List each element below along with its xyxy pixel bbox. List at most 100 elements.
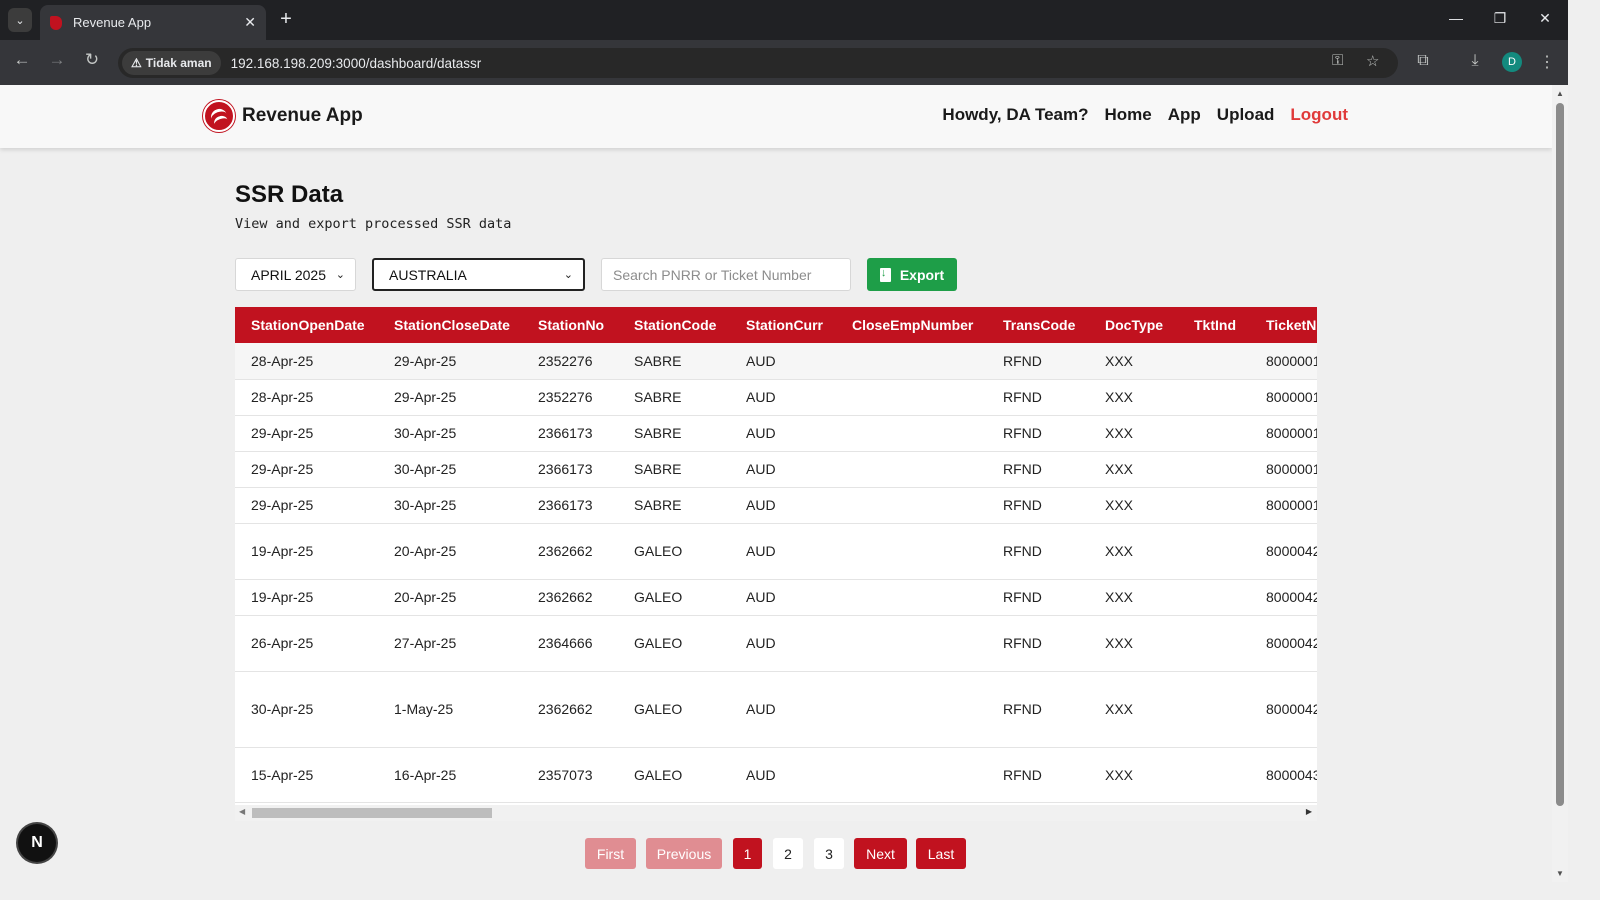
ssr-data-table[interactable]: StationOpenDate StationCloseDate Station… xyxy=(235,307,1317,805)
table-cell: AUD xyxy=(730,747,836,803)
browser-menu-icon[interactable]: ⋮ xyxy=(1536,52,1558,72)
table-cell: GALEO xyxy=(618,615,730,672)
url-text[interactable]: 192.168.198.209:3000/dashboard/datassr xyxy=(231,56,482,71)
scrollbar-thumb[interactable] xyxy=(252,808,492,818)
nav-link-home[interactable]: Home xyxy=(1105,105,1152,125)
tab-close-icon[interactable]: ✕ xyxy=(244,14,256,31)
table-cell: SABRE xyxy=(618,451,730,488)
table-row[interactable]: 29-Apr-25 30-Apr-25 2366173 SABRE AUD RFND XXX… xyxy=(235,487,1317,524)
page-button-3[interactable]: 3 xyxy=(814,838,844,869)
browser-tab[interactable]: Revenue App ✕ xyxy=(40,5,266,40)
security-label: Tidak aman xyxy=(145,56,212,70)
nav-link-upload[interactable]: Upload xyxy=(1217,105,1275,125)
table-cell: 2352276 xyxy=(522,343,618,380)
export-button-label: Export xyxy=(899,266,945,283)
table-cell: XXX xyxy=(1089,451,1178,488)
table-cell: AUD xyxy=(730,579,836,616)
column-header: StationCurr xyxy=(730,307,836,343)
brand[interactable]: Revenue App xyxy=(203,100,363,132)
table-cell xyxy=(1178,451,1250,488)
new-tab-icon[interactable]: + xyxy=(276,8,296,31)
table-cell: 2366173 xyxy=(522,487,618,524)
table-cell xyxy=(1178,579,1250,616)
table-cell: 30-Apr-25 xyxy=(378,451,522,488)
last-page-button[interactable]: Last xyxy=(916,838,966,869)
table-row[interactable]: 19-Apr-25 20-Apr-25 2362662 GALEO AUD RFND XXX… xyxy=(235,523,1317,580)
password-key-icon[interactable]: ⚿ xyxy=(1332,52,1343,69)
table-cell: RFND xyxy=(987,415,1089,452)
previous-page-button[interactable]: Previous xyxy=(646,838,722,869)
table-cell: RFND xyxy=(987,343,1089,380)
table-cell: 29-Apr-25 xyxy=(235,415,378,452)
table-cell: SABRE xyxy=(618,379,730,416)
bird-logo-icon xyxy=(203,100,235,132)
table-row[interactable]: 28-Apr-25 29-Apr-25 2352276 SABRE AUD RFND XXX… xyxy=(235,343,1317,380)
country-select[interactable]: AUSTRALIA ⌄ xyxy=(372,258,585,291)
page-button-1[interactable]: 1 xyxy=(733,838,762,869)
table-row[interactable]: 26-Apr-25 27-Apr-25 2364666 GALEO AUD RFND XXX… xyxy=(235,615,1317,672)
column-header: StationNo xyxy=(522,307,618,343)
table-cell: AUD xyxy=(730,343,836,380)
table-row[interactable]: 15-Apr-25 16-Apr-25 2357073 GALEO AUD RFND XXX… xyxy=(235,747,1317,803)
table-row[interactable]: 29-Apr-25 30-Apr-25 2366173 SABRE AUD RFND XXX… xyxy=(235,415,1317,452)
table-cell: GALEO xyxy=(618,671,730,748)
restore-icon[interactable]: ❐ xyxy=(1490,10,1510,27)
reload-icon[interactable]: ↻ xyxy=(80,50,104,70)
nav-link-app[interactable]: App xyxy=(1168,105,1201,125)
table-cell xyxy=(836,451,987,488)
table-cell: RFND xyxy=(987,523,1089,580)
table-cell: 8000042 xyxy=(1250,523,1317,580)
table-row[interactable]: 29-Apr-25 30-Apr-25 2366173 SABRE AUD RFND XXX… xyxy=(235,451,1317,488)
table-cell: XXX xyxy=(1089,415,1178,452)
table-cell xyxy=(836,579,987,616)
table-cell xyxy=(1178,343,1250,380)
forward-icon[interactable]: → xyxy=(45,50,69,70)
profile-avatar[interactable]: D xyxy=(1502,52,1522,72)
scrollbar-thumb[interactable] xyxy=(1556,103,1564,806)
table-cell: 2364666 xyxy=(522,615,618,672)
chevron-down-icon: ⌄ xyxy=(563,269,573,281)
scroll-left-icon[interactable]: ◀ xyxy=(239,807,245,816)
column-header: StationCode xyxy=(618,307,730,343)
window-close-icon[interactable]: ✕ xyxy=(1535,10,1555,27)
table-cell: 29-Apr-25 xyxy=(378,343,522,380)
table-row[interactable]: 28-Apr-25 29-Apr-25 2352276 SABRE AUD RFND XXX… xyxy=(235,379,1317,416)
table-cell: RFND xyxy=(987,379,1089,416)
table-cell: RFND xyxy=(987,487,1089,524)
scroll-right-icon[interactable]: ▶ xyxy=(1306,807,1312,816)
table-cell xyxy=(1178,523,1250,580)
table-cell: 19-Apr-25 xyxy=(235,523,378,580)
table-cell: 30-Apr-25 xyxy=(235,671,378,748)
tab-search-dropdown-icon[interactable]: ⌄ xyxy=(8,8,32,32)
search-input[interactable] xyxy=(601,258,851,291)
extensions-icon[interactable]: ⧉ xyxy=(1412,52,1434,70)
table-cell: 2366173 xyxy=(522,451,618,488)
table-cell xyxy=(836,671,987,748)
country-select-value: AUSTRALIA xyxy=(389,266,467,283)
table-row[interactable]: 30-Apr-25 1-May-25 2362662 GALEO AUD RFND XXX 8… xyxy=(235,671,1317,748)
table-cell: AUD xyxy=(730,379,836,416)
back-icon[interactable]: ← xyxy=(10,50,34,70)
export-button[interactable]: Export xyxy=(867,258,957,291)
download-icon[interactable]: ⤓ xyxy=(1464,52,1486,70)
table-row[interactable]: 19-Apr-25 20-Apr-25 2362662 GALEO AUD RFND XXX… xyxy=(235,579,1317,616)
table-cell: XXX xyxy=(1089,343,1178,380)
minimize-icon[interactable]: — xyxy=(1446,10,1466,26)
vertical-scrollbar[interactable]: ▲ ▼ xyxy=(1552,85,1568,882)
security-chip[interactable]: ⚠ Tidak aman xyxy=(122,51,221,75)
next-page-button[interactable]: Next xyxy=(854,838,907,869)
month-select[interactable]: APRIL 2025 ⌄ xyxy=(235,258,356,291)
bookmark-star-icon[interactable]: ☆ xyxy=(1366,52,1379,70)
address-bar[interactable]: ⚠ Tidak aman 192.168.198.209:3000/dashbo… xyxy=(118,48,1398,78)
table-header-row: StationOpenDate StationCloseDate Station… xyxy=(235,307,1317,343)
page-button-2[interactable]: 2 xyxy=(773,838,803,869)
first-page-button[interactable]: First xyxy=(585,838,636,869)
scroll-down-icon[interactable]: ▼ xyxy=(1556,869,1564,878)
scroll-up-icon[interactable]: ▲ xyxy=(1556,89,1564,98)
nextjs-dev-badge[interactable]: N xyxy=(18,824,56,862)
horizontal-scrollbar[interactable]: ◀ ▶ xyxy=(235,805,1317,821)
table-cell: SABRE xyxy=(618,487,730,524)
table-cell: 27-Apr-25 xyxy=(378,615,522,672)
column-header: DocType xyxy=(1089,307,1178,343)
logout-link[interactable]: Logout xyxy=(1290,105,1348,125)
